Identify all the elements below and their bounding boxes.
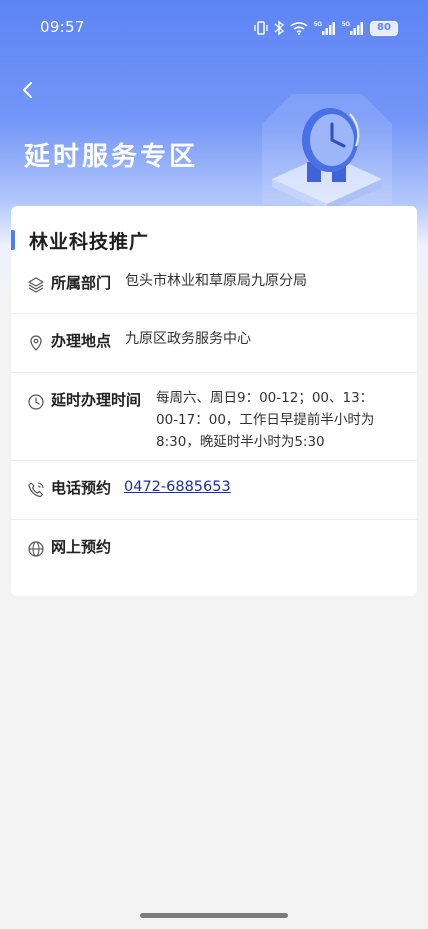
phone-label: 电话预约: [51, 479, 112, 497]
extended-hours-line-2: 00-17：00，工作日早提前半小时为: [156, 412, 375, 428]
battery-indicator: 80: [370, 20, 398, 36]
chevron-left-icon: [23, 82, 32, 98]
location-value: 九原区政务服务中心: [125, 331, 251, 347]
home-indicator[interactable]: [140, 913, 288, 918]
online-booking-label: 网上预约: [51, 538, 112, 556]
phone-icon: [28, 482, 44, 498]
service-card: 林业科技推广 所属部门 包头市林业和草原局九原分局 办理地点 九原区政务服务中心…: [11, 206, 417, 596]
wifi-icon: [290, 22, 308, 35]
location-label: 办理地点: [51, 332, 112, 350]
department-value: 包头市林业和草原局九原分局: [125, 273, 307, 289]
extended-hours-value: 每周六、周日9：00-12；00、13： 00-17：00，工作日早提前半小时为…: [156, 387, 374, 453]
location-pin-icon: [30, 335, 42, 351]
extended-hours-label: 延时办理时间: [51, 391, 142, 409]
network-label-2: 5G: [342, 22, 350, 28]
status-bar: 09:57 5G 5G 80: [0, 0, 428, 54]
extended-hours-line-3: 8:30，晚延时半小时为5:30: [156, 434, 325, 450]
globe-icon: [28, 541, 44, 557]
location-row: 办理地点 九原区政务服务中心: [11, 314, 417, 373]
page-title: 延时服务专区: [24, 142, 199, 172]
signal-5g-icon-1: 5G: [314, 22, 335, 35]
phone-number-link[interactable]: 0472-6885653: [124, 476, 231, 498]
back-button[interactable]: [14, 76, 42, 104]
extended-hours-line-1: 每周六、周日9：00-12；00、13：: [156, 390, 374, 406]
department-label: 所属部门: [51, 274, 112, 292]
signal-5g-icon-2: 5G: [342, 22, 363, 35]
online-booking-row[interactable]: 网上预约: [11, 520, 417, 578]
phone-row: 电话预约 0472-6885653: [11, 461, 417, 520]
clock-illustration: [262, 94, 392, 212]
status-icons: 5G 5G 80: [254, 18, 398, 38]
status-time: 09:57: [40, 18, 85, 36]
layers-icon: [28, 277, 44, 293]
clock-icon: [28, 394, 44, 410]
department-row: 所属部门 包头市林业和草原局九原分局: [11, 256, 417, 314]
card-title: 林业科技推广: [29, 231, 150, 253]
bluetooth-icon: [274, 20, 284, 36]
extended-hours-row: 延时办理时间 每周六、周日9：00-12；00、13： 00-17：00，工作日…: [11, 373, 417, 461]
vibrate-icon: [254, 21, 268, 35]
network-label-1: 5G: [314, 22, 322, 28]
card-title-accent: [11, 230, 15, 250]
